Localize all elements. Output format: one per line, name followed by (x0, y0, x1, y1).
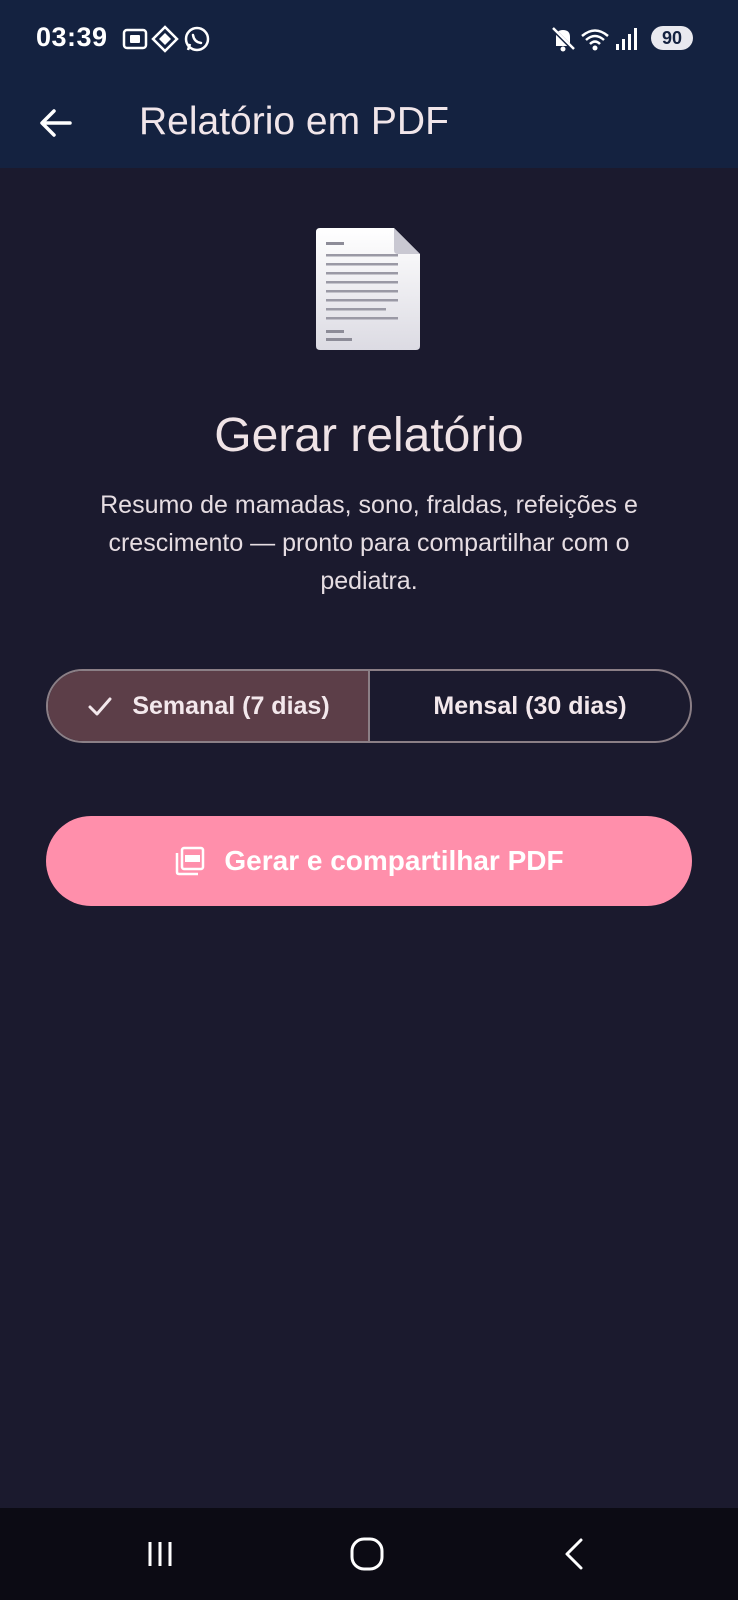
screenshot-icon (122, 28, 148, 50)
arrow-left-icon (40, 109, 72, 137)
home-icon (350, 1537, 384, 1571)
status-bar: 03:39 90 (0, 0, 738, 78)
check-icon (88, 697, 112, 716)
recent-apps-button[interactable] (128, 1522, 192, 1586)
generate-share-pdf-button[interactable]: Gerar e compartilhar PDF (46, 816, 692, 906)
pdf-icon (176, 846, 205, 876)
segment-monthly[interactable]: Mensal (30 dias) (370, 671, 690, 741)
page-title: Relatório em PDF (139, 100, 449, 143)
signal-icon (616, 28, 637, 50)
app-bar: Relatório em PDF (0, 78, 738, 168)
period-selector: Semanal (7 dias) Mensal (30 dias) (46, 669, 692, 743)
recent-apps-icon (148, 1542, 172, 1566)
segment-monthly-label: Mensal (30 dias) (433, 691, 627, 720)
document-icon (316, 228, 420, 350)
battery-indicator: 90 (651, 26, 693, 50)
segment-weekly-label: Semanal (7 dias) (132, 691, 330, 720)
mute-icon (550, 26, 576, 52)
navigation-bar (0, 1508, 738, 1600)
segment-weekly[interactable]: Semanal (7 dias) (48, 671, 370, 741)
back-icon (565, 1538, 583, 1570)
wifi-icon (581, 29, 609, 51)
system-back-button[interactable] (543, 1522, 607, 1586)
location-icon (151, 25, 179, 53)
status-time: 03:39 (36, 22, 108, 52)
back-button[interactable] (28, 95, 84, 151)
heading: Gerar relatório (214, 409, 524, 462)
whatsapp-icon (184, 26, 210, 52)
description: Resumo de mamadas, sono, fraldas, refeiç… (100, 491, 638, 595)
generate-share-pdf-label: Gerar e compartilhar PDF (224, 845, 564, 876)
home-button[interactable] (335, 1522, 399, 1586)
